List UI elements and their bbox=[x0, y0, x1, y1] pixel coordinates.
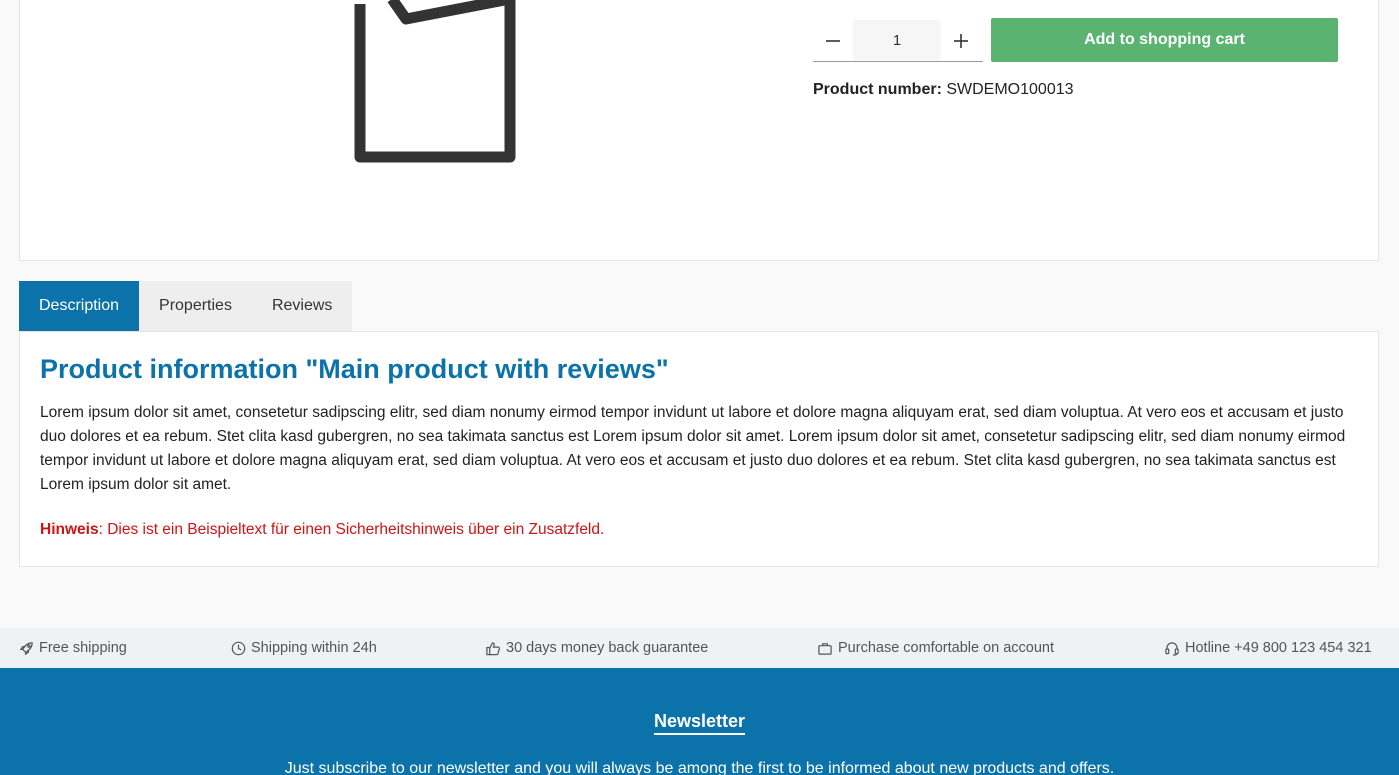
description-title: Product information "Main product with r… bbox=[40, 354, 669, 384]
tab-reviews[interactable]: Reviews bbox=[251, 281, 353, 331]
product-number: Product number: SWDEMO100013 bbox=[813, 81, 1074, 99]
usp-money-back: 30 days money back guarantee bbox=[485, 628, 708, 668]
tab-properties[interactable]: Properties bbox=[139, 281, 252, 331]
product-number-label: Product number: bbox=[813, 81, 942, 98]
product-number-value: SWDEMO100013 bbox=[946, 81, 1074, 98]
quantity-input[interactable] bbox=[853, 20, 941, 60]
quantity-stepper bbox=[813, 20, 983, 62]
rocket-icon bbox=[19, 641, 33, 655]
usp-purchase-on-account: Purchase comfortable on account bbox=[817, 628, 1054, 668]
product-tabs: Description Properties Reviews bbox=[19, 281, 353, 331]
description-panel: Product information "Main product with r… bbox=[19, 331, 1379, 567]
clock-icon bbox=[231, 641, 246, 655]
usp-label: Purchase comfortable on account bbox=[838, 640, 1055, 656]
usp-free-shipping: Free shipping bbox=[19, 628, 127, 668]
newsletter-title-wrap: Newsletter bbox=[0, 711, 1399, 735]
usp-label: Free shipping bbox=[39, 640, 127, 656]
thumbs-up-icon bbox=[486, 641, 500, 655]
minus-icon bbox=[826, 40, 840, 42]
newsletter-text: Just subscribe to our newsletter and you… bbox=[284, 760, 1115, 775]
usp-label: Shipping within 24h bbox=[251, 640, 377, 656]
newsletter-section: Newsletter Just subscribe to our newslet… bbox=[0, 668, 1399, 775]
newsletter-title: Newsletter bbox=[653, 711, 746, 735]
usp-shipping-24h: Shipping within 24h bbox=[231, 628, 377, 668]
plus-icon bbox=[954, 34, 968, 48]
safety-note: Hinweis: Dies ist ein Beispieltext für e… bbox=[40, 521, 1358, 539]
description-body: Lorem ipsum dolor sit amet, consetetur s… bbox=[40, 404, 1346, 493]
decrease-quantity-button[interactable] bbox=[813, 20, 853, 62]
briefcase-icon bbox=[818, 642, 832, 655]
add-to-cart-button[interactable]: Add to shopping cart bbox=[991, 18, 1338, 62]
usp-bar: Free shipping Shipping within 24h 30 day… bbox=[0, 628, 1399, 668]
safety-note-text: : Dies ist ein Beispieltext für einen Si… bbox=[98, 521, 605, 538]
usp-hotline: Hotline +49 800 123 454 321 bbox=[1164, 628, 1372, 668]
product-image-placeholder-icon bbox=[334, 0, 534, 170]
usp-label: 30 days money back guarantee bbox=[506, 640, 709, 656]
usp-label: Hotline +49 800 123 454 321 bbox=[1185, 640, 1372, 656]
safety-note-label: Hinweis bbox=[40, 521, 99, 538]
increase-quantity-button[interactable] bbox=[941, 20, 981, 62]
headset-icon bbox=[1165, 641, 1179, 656]
tab-description[interactable]: Description bbox=[19, 281, 140, 331]
